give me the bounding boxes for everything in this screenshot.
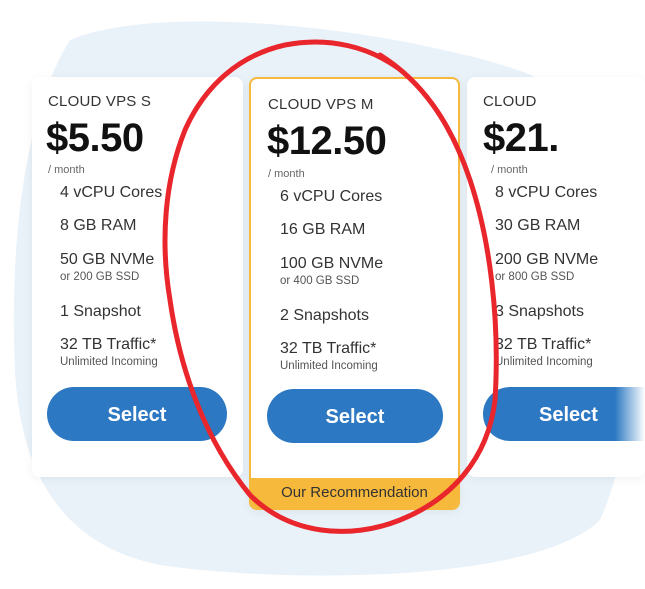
- feature-ram: 30 GB RAM: [495, 217, 581, 234]
- feature-storage-alt: or 800 GB SSD: [495, 271, 575, 283]
- feature-traffic: 32 TB Traffic*: [495, 336, 592, 353]
- feature-cpu: 6 vCPU Cores: [280, 188, 383, 205]
- plan-period: / month: [268, 168, 305, 180]
- plan-card-vps-l: CLOUD $21. / month 8 vCPU Cores 30 GB RA…: [467, 77, 645, 477]
- select-button-vps-s[interactable]: Select: [47, 387, 227, 441]
- feature-ram: 16 GB RAM: [280, 221, 366, 238]
- feature-traffic: 32 TB Traffic*: [280, 340, 377, 357]
- feature-storage: 200 GB NVMe: [495, 251, 599, 268]
- plan-price: $21.: [483, 116, 559, 160]
- feature-cpu: 8 vCPU Cores: [495, 184, 598, 201]
- feature-storage: 50 GB NVMe: [60, 251, 155, 268]
- plan-card-vps-m: CLOUD VPS M $12.50 / month 6 vCPU Cores …: [249, 77, 460, 510]
- plan-price: $12.50: [267, 119, 387, 163]
- plan-name: CLOUD: [483, 93, 537, 110]
- select-button-vps-m[interactable]: Select: [267, 389, 443, 443]
- feature-traffic-note: Unlimited Incoming: [495, 356, 593, 368]
- recommendation-badge: Our Recommendation: [251, 478, 458, 508]
- feature-storage-alt: or 400 GB SSD: [280, 275, 360, 287]
- feature-cpu: 4 vCPU Cores: [60, 184, 163, 201]
- plan-card-vps-s: CLOUD VPS S $5.50 / month 4 vCPU Cores 8…: [32, 77, 243, 477]
- plan-price: $5.50: [46, 116, 144, 160]
- feature-traffic-note: Unlimited Incoming: [60, 356, 158, 368]
- feature-ram: 8 GB RAM: [60, 217, 137, 234]
- plan-name: CLOUD VPS S: [48, 93, 152, 110]
- plan-period: / month: [48, 164, 85, 176]
- feature-snapshots: 3 Snapshots: [495, 303, 584, 320]
- feature-snapshots: 1 Snapshot: [60, 303, 141, 320]
- card-fade: [615, 77, 645, 477]
- feature-storage: 100 GB NVMe: [280, 255, 384, 272]
- feature-snapshots: 2 Snapshots: [280, 307, 369, 324]
- plan-name: CLOUD VPS M: [268, 96, 374, 113]
- plan-period: / month: [491, 164, 528, 176]
- feature-traffic: 32 TB Traffic*: [60, 336, 157, 353]
- feature-storage-alt: or 200 GB SSD: [60, 271, 140, 283]
- feature-traffic-note: Unlimited Incoming: [280, 360, 378, 372]
